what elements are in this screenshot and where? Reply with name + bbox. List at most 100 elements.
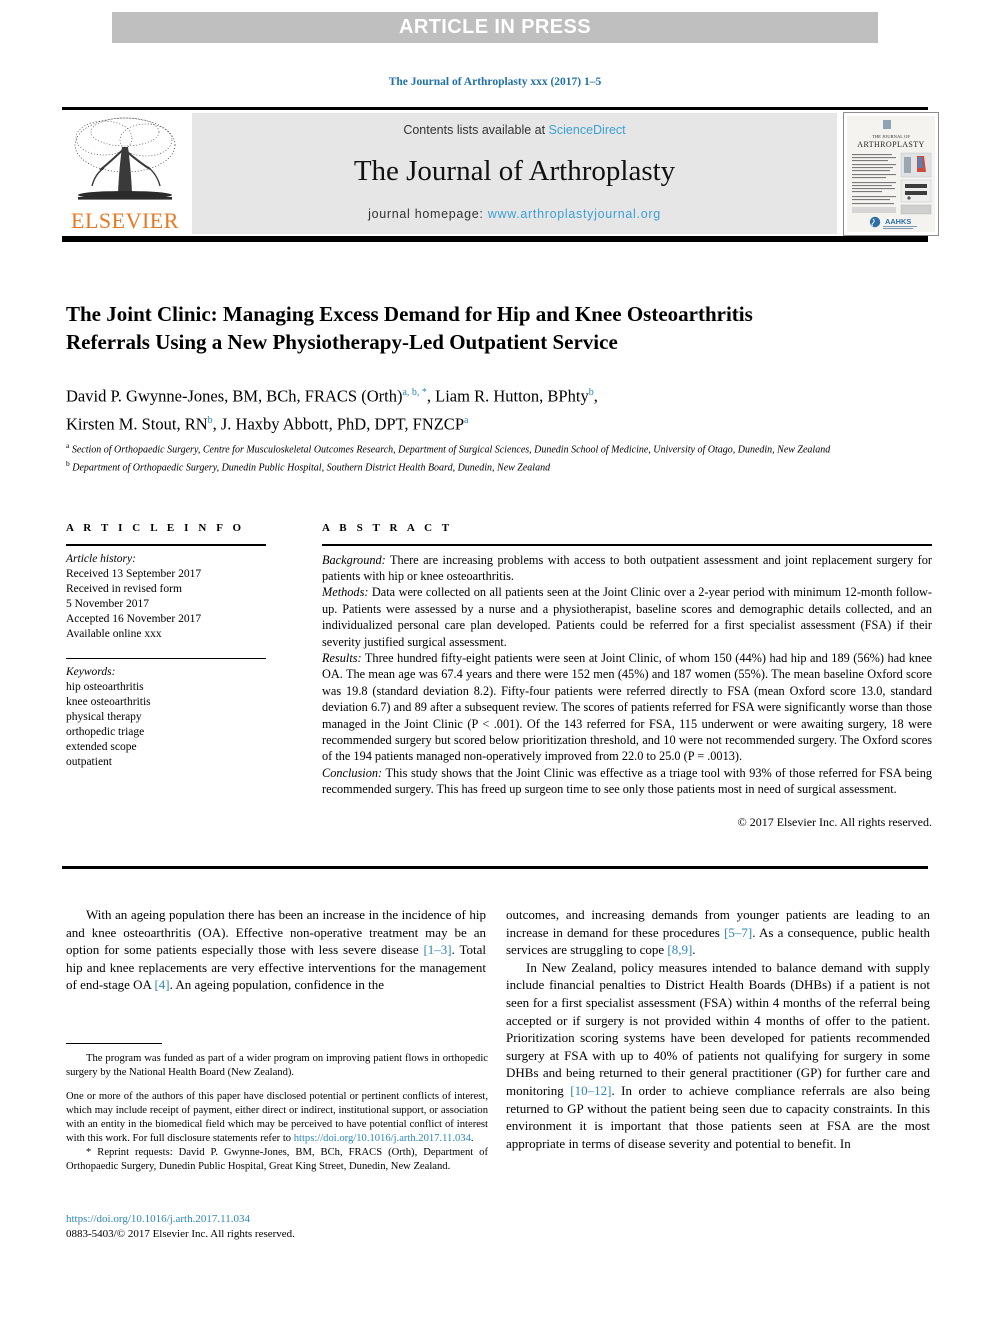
body-divider-rule — [62, 866, 928, 869]
affiliation-b: b Department of Orthopaedic Surgery, Dun… — [66, 457, 931, 475]
svg-text:THE JOURNAL OF: THE JOURNAL OF — [872, 134, 910, 139]
abstract-conclusion: Conclusion: This study shows that the Jo… — [322, 765, 932, 798]
body-column-right: outcomes, and increasing demands from yo… — [506, 906, 930, 1152]
history-item: 5 November 2017 — [66, 597, 150, 610]
doi-and-issn-block: https://doi.org/10.1016/j.arth.2017.11.0… — [66, 1212, 488, 1241]
article-info-rule — [66, 544, 266, 546]
body-paragraph-1: With an ageing population there has been… — [66, 906, 486, 994]
journal-cover-inner: THE JOURNAL OF ARTHROPLASTY AAHKS — [847, 116, 935, 232]
keyword-item: knee osteoarthritis — [66, 696, 151, 708]
journal-cover-thumbnail[interactable]: THE JOURNAL OF ARTHROPLASTY AAHKS — [843, 112, 939, 236]
article-history-block: Article history: Received 13 September 2… — [66, 552, 266, 642]
keyword-item: hip osteoarthritis — [66, 681, 144, 693]
author-affiliation-marker[interactable]: a — [464, 415, 468, 426]
author-affiliation-marker[interactable]: a, b, * — [402, 387, 426, 398]
author-line-1-part-b: , Liam R. Hutton, BPhty — [426, 386, 589, 406]
body-paragraph-2: outcomes, and increasing demands from yo… — [506, 906, 930, 959]
author-line-2-part-a: Kirsten M. Stout, RN — [66, 414, 208, 433]
history-item: Received 13 September 2017 — [66, 567, 202, 580]
masthead-bottom-rule — [62, 236, 928, 242]
body-r2-part-a: In New Zealand, policy measures intended… — [506, 959, 930, 1098]
history-item: Received in revised form — [66, 582, 182, 595]
abstract-column: A B S T R A C T Background: There are in… — [322, 522, 932, 830]
affiliation-a-marker: a — [66, 441, 70, 450]
journal-homepage-link[interactable]: www.arthroplastyjournal.org — [488, 207, 661, 221]
svg-text:AAHKS: AAHKS — [885, 217, 911, 226]
elsevier-tree-icon — [74, 117, 176, 200]
body-column-left: With an ageing population there has been… — [66, 906, 486, 994]
affiliation-a: a Section of Orthopaedic Surgery, Centre… — [66, 439, 931, 457]
abstract-rule — [322, 544, 932, 546]
author-list: David P. Gwynne-Jones, BM, BCh, FRACS (O… — [66, 381, 866, 436]
abstract-results-label: Results: — [322, 650, 362, 665]
citation-ref-1-3[interactable]: [1–3] — [423, 942, 451, 957]
doi-line: https://doi.org/10.1016/j.arth.2017.11.0… — [66, 1212, 488, 1227]
journal-citation-line: The Journal of Arthroplasty xxx (2017) 1… — [388, 76, 602, 88]
footnote-reprint-text: Reprint requests: David P. Gwynne-Jones,… — [66, 1147, 488, 1172]
contents-lists-line: Contents lists available at ScienceDirec… — [192, 123, 837, 137]
abstract-methods: Methods: Data were collected on all pati… — [322, 584, 932, 650]
abstract-results: Results: Three hundred fifty-eight patie… — [322, 650, 932, 765]
abstract-background-label: Background: — [322, 552, 386, 567]
conflicts-doi-link[interactable]: https://doi.org/10.1016/j.arth.2017.11.0… — [294, 1133, 471, 1144]
article-info-column: A R T I C L E I N F O Article history: R… — [66, 522, 266, 770]
footnote-conflicts: One or more of the authors of this paper… — [66, 1090, 488, 1146]
abstract-copyright: © 2017 Elsevier Inc. All rights reserved… — [737, 814, 932, 829]
citation-ref-10-12[interactable]: [10–12] — [570, 1083, 611, 1098]
abstract-body: Background: There are increasing problem… — [322, 552, 932, 831]
svg-text:ARTHROPLASTY: ARTHROPLASTY — [857, 140, 924, 149]
journal-homepage-line: journal homepage: www.arthroplastyjourna… — [192, 207, 837, 221]
footnote-funding: The program was funded as part of a wide… — [66, 1053, 488, 1078]
abstract-conclusion-label: Conclusion: — [322, 765, 383, 780]
footnote-reprint: * Reprint requests: David P. Gwynne-Jone… — [66, 1146, 488, 1174]
article-history-label: Article history: — [66, 552, 136, 565]
citation-ref-8-9[interactable]: [8,9] — [667, 942, 692, 957]
body-text-left: With an ageing population there has been… — [66, 906, 486, 994]
abstract-background-text: There are increasing problems with acces… — [322, 552, 932, 583]
citation-ref-5-7[interactable]: [5–7] — [724, 925, 752, 940]
author-line-1-part-c: , — [593, 386, 598, 406]
abstract-methods-label: Methods: — [322, 585, 369, 600]
elsevier-logo: ELSEVIER — [64, 112, 186, 234]
keywords-label: Keywords: — [66, 666, 116, 678]
article-in-press-label: ARTICLE IN PRESS — [399, 16, 591, 38]
article-doi-link[interactable]: https://doi.org/10.1016/j.arth.2017.11.0… — [66, 1213, 250, 1225]
keyword-item: physical therapy — [66, 711, 142, 723]
history-item: Accepted 16 November 2017 — [66, 612, 202, 625]
keyword-item: orthopedic triage — [66, 726, 145, 738]
body-r1-part-c: . — [692, 942, 696, 958]
journal-title: The Journal of Arthroplasty — [353, 155, 676, 187]
abstract-methods-text: Data were collected on all patients seen… — [322, 585, 932, 649]
keywords-block: Keywords: hip osteoarthritis knee osteoa… — [66, 665, 266, 770]
contents-lists-prefix: Contents lists available at — [403, 123, 549, 137]
abstract-background: Background: There are increasing problem… — [322, 552, 932, 585]
journal-homepage-prefix: journal homepage: — [368, 207, 488, 221]
affiliation-b-marker: b — [66, 458, 70, 468]
author-line-2-part-b: , J. Haxby Abbott, PhD, DPT, FNZCP — [212, 414, 464, 433]
keywords-rule — [66, 657, 266, 659]
affiliation-a-text: Section of Orthopaedic Surgery, Centre f… — [71, 444, 831, 456]
abstract-results-text: Three hundred fifty-eight patients were … — [322, 650, 932, 764]
footnote-conflicts-end: . — [470, 1133, 474, 1144]
issn-copyright-line: 0883-5403/© 2017 Elsevier Inc. All right… — [66, 1227, 295, 1240]
citation-ref-4[interactable]: [4] — [154, 977, 169, 992]
masthead-box: Contents lists available at ScienceDirec… — [192, 113, 837, 234]
sciencedirect-link[interactable]: ScienceDirect — [549, 123, 626, 137]
keyword-item: outpatient — [66, 756, 112, 768]
author-line-1-part-a: David P. Gwynne-Jones, BM, BCh, FRACS (O… — [66, 386, 403, 406]
footnotes-block: The program was funded as part of a wide… — [66, 1052, 488, 1174]
journal-cover-art: THE JOURNAL OF ARTHROPLASTY AAHKS — [847, 116, 935, 232]
history-item: Available online xxx — [66, 627, 162, 640]
masthead-top-rule — [62, 107, 928, 110]
body-text-right: outcomes, and increasing demands from yo… — [506, 906, 930, 1152]
body-paragraph-3: In New Zealand, policy measures intended… — [506, 959, 930, 1153]
elsevier-wordmark: ELSEVIER — [71, 208, 179, 233]
abstract-heading: A B S T R A C T — [322, 522, 453, 534]
body-p1-part-c: . An ageing population, confidence in th… — [169, 977, 385, 993]
keyword-item: extended scope — [66, 741, 137, 753]
affiliation-b-text: Department of Orthopaedic Surgery, Duned… — [72, 462, 551, 474]
abstract-conclusion-text: This study shows that the Joint Clinic w… — [322, 765, 932, 797]
affiliations: a Section of Orthopaedic Surgery, Centre… — [66, 439, 931, 475]
